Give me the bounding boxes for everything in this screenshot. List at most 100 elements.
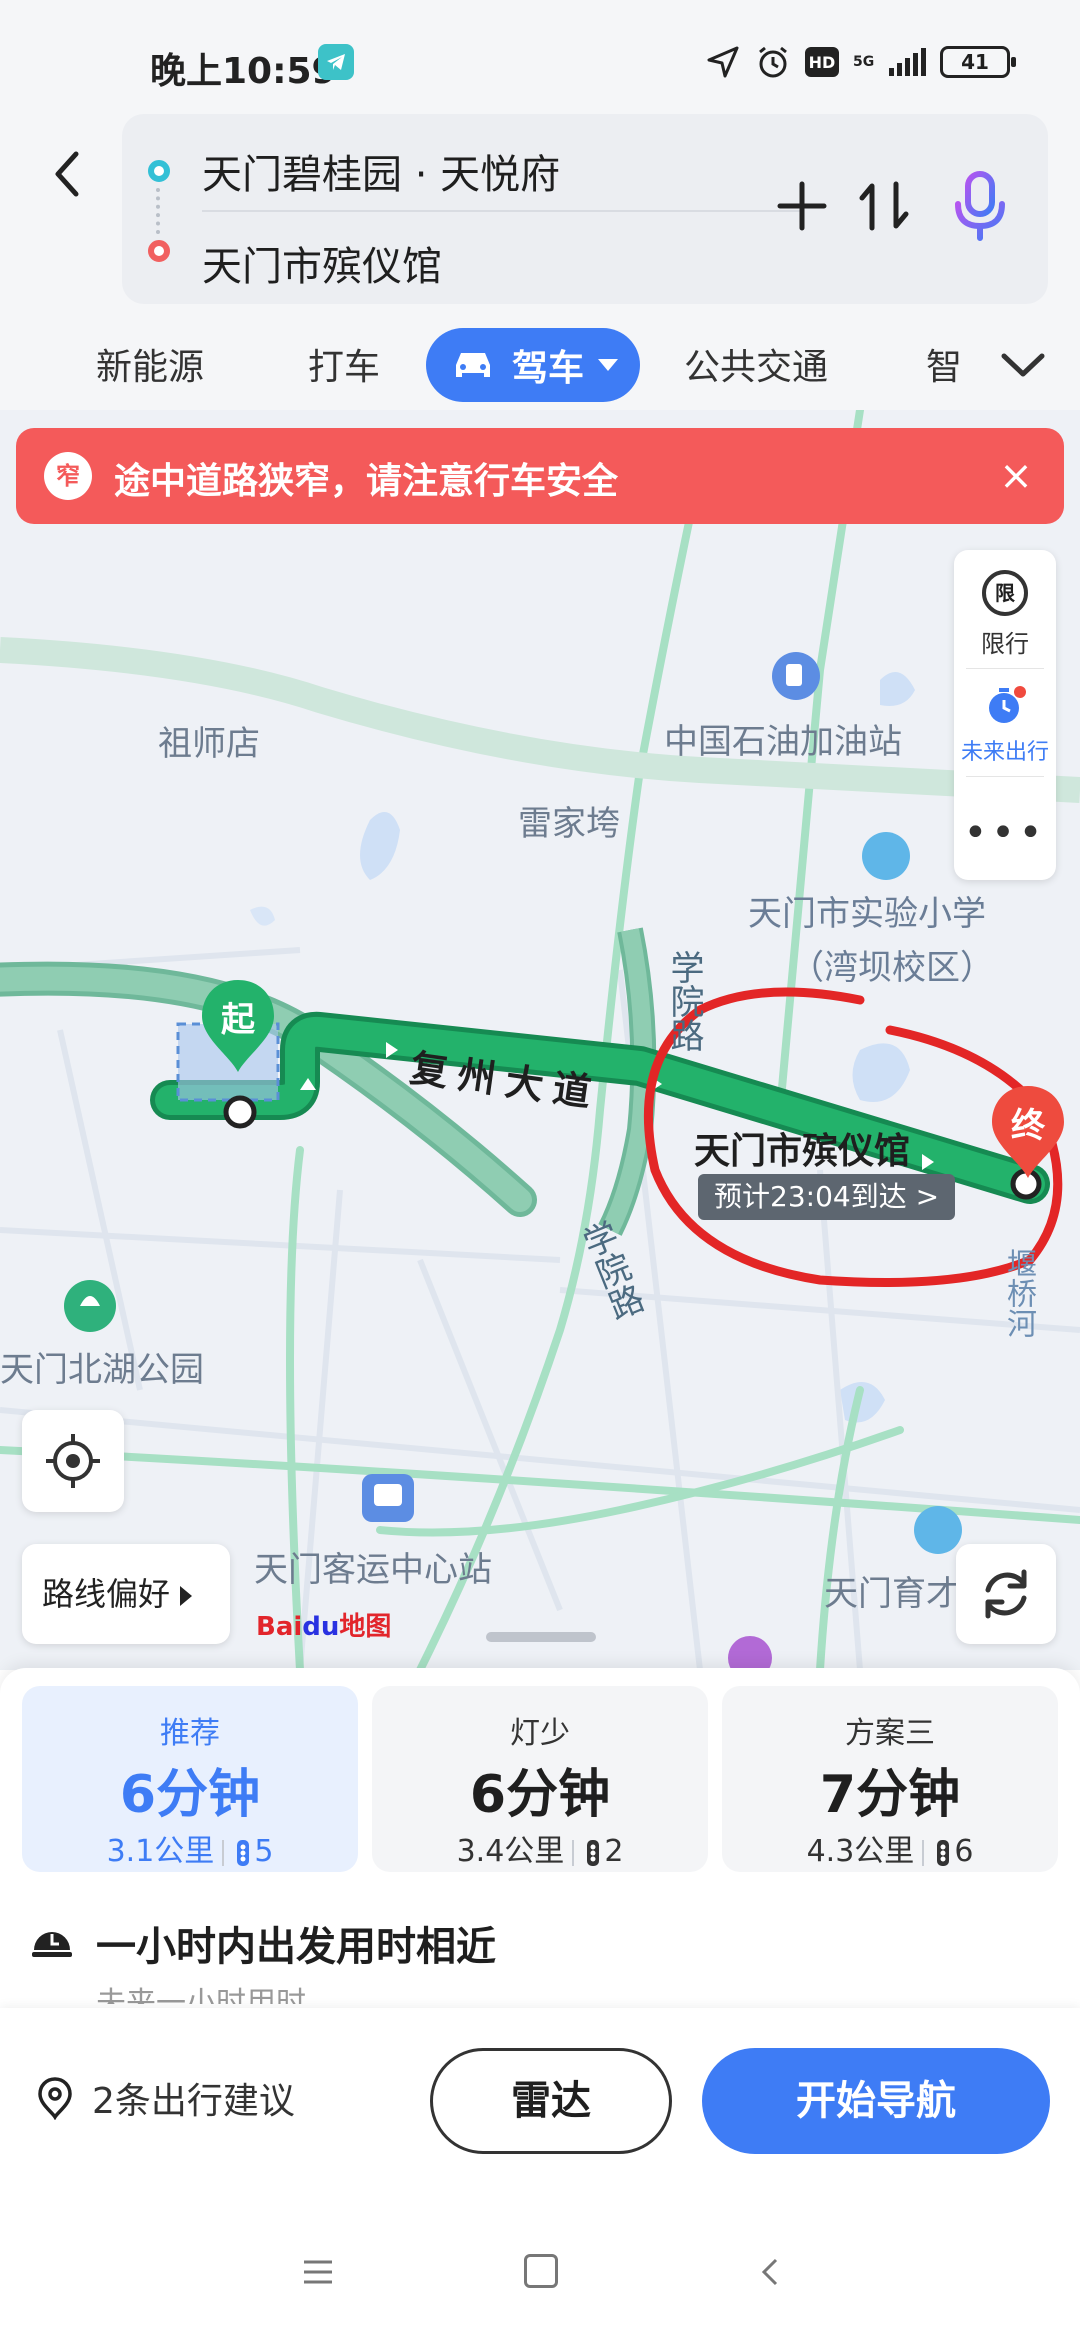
origin-field[interactable]: 天门碧桂园 · 天悦府	[202, 142, 560, 200]
refresh-route-button[interactable]	[956, 1544, 1056, 1644]
battery-icon: 41	[940, 46, 1016, 78]
traffic-light-icon	[237, 1839, 250, 1866]
status-time: 晚上10:59	[150, 51, 337, 92]
route-option-meta: 3.1公里 5	[22, 1826, 358, 1870]
logo-text: 地图	[339, 1612, 392, 1642]
back-icon[interactable]	[756, 2254, 786, 2290]
travel-suggestions[interactable]: 2条出行建议	[36, 2072, 295, 2124]
destination-field[interactable]: 天门市殡仪馆	[202, 234, 442, 292]
baidu-map-logo: Baidu地图	[256, 1606, 391, 1643]
travel-mode-tabs: 新能源 打车 驾车 公共交通 智	[0, 320, 1080, 410]
start-dot-icon	[148, 160, 170, 182]
panel-divider	[966, 668, 1044, 669]
sheet-drag-handle[interactable]	[486, 1632, 596, 1642]
field-divider	[202, 210, 802, 212]
route-option-time: 7分钟	[819, 1765, 961, 1825]
route-option-meta: 4.3公里 6	[722, 1826, 1058, 1870]
route-option-title: 方案三	[845, 1716, 935, 1751]
route-header: 天门碧桂园 · 天悦府 天门市殡仪馆 新能源 打车 驾车 公共交通 智	[0, 110, 1080, 410]
safety-alert-banner: 窄 途中道路狭窄，请注意行车安全 ×	[16, 428, 1064, 524]
clock-icon	[32, 1932, 72, 1957]
poi-label: 祖师店	[158, 724, 260, 764]
radar-button[interactable]: 雷达	[430, 2048, 672, 2154]
map-view[interactable]: 祖师店 雷家垮 中国石油加油站 天门市实验小学 （湾坝校区） 天门北湖公园 天门…	[0, 410, 1080, 1670]
route-distance: 3.1公里	[106, 1834, 215, 1869]
poi-school[interactable]: 天门市实验小学	[748, 886, 986, 935]
restriction-button[interactable]: 限行	[954, 624, 1056, 659]
route-option-recommended[interactable]: 推荐 6分钟 3.1公里 5	[22, 1686, 358, 1872]
travel-suggestions-label: 2条出行建议	[92, 2081, 295, 2122]
location-arrow-icon	[707, 46, 739, 78]
timer-icon[interactable]	[984, 684, 1026, 726]
refresh-icon	[985, 1569, 1027, 1619]
menu-icon[interactable]	[300, 2254, 336, 2290]
start-marker[interactable]: 起	[196, 976, 280, 1076]
add-waypoint-icon[interactable]	[770, 174, 834, 238]
start-navigation-button[interactable]: 开始导航	[702, 2048, 1050, 2154]
tab-new-energy[interactable]: 新能源	[96, 338, 204, 390]
car-icon	[456, 353, 490, 377]
signal-icon	[889, 48, 926, 76]
tab-smart[interactable]: 智	[926, 338, 966, 390]
restriction-icon[interactable]: 限	[982, 570, 1028, 616]
tab-taxi[interactable]: 打车	[308, 338, 380, 390]
route-preference-button[interactable]: 路线偏好	[22, 1544, 230, 1644]
end-dot-icon	[148, 240, 170, 262]
traffic-light-icon	[937, 1839, 950, 1866]
departure-hint-subtitle: 未来一小时用时	[96, 1986, 306, 2004]
destination-label: 天门市殡仪馆	[694, 1131, 911, 1172]
poi-gas-station[interactable]: 中国石油加油站	[664, 714, 902, 763]
route-option-meta: 3.4公里 2	[372, 1826, 708, 1870]
end-marker-label: 终	[1011, 1106, 1045, 1146]
tab-drive[interactable]: 驾车	[426, 328, 640, 402]
poi-label: 雷家垮	[518, 804, 620, 844]
narrow-road-badge: 窄	[44, 452, 92, 500]
logo-text: Bai	[256, 1612, 303, 1642]
traffic-light-count: 2	[604, 1834, 624, 1869]
route-option-time: 6分钟	[469, 1765, 611, 1825]
crosshair-icon	[46, 1434, 100, 1488]
triangle-right-icon	[180, 1586, 193, 1606]
expand-modes-icon[interactable]	[996, 342, 1050, 388]
home-icon[interactable]	[524, 2254, 558, 2288]
future-travel-button[interactable]: 未来出行	[954, 734, 1056, 766]
poi-bus-station[interactable]: 天门客运中心站	[254, 1542, 492, 1591]
traffic-light-count: 6	[954, 1834, 974, 1869]
road-label: 学院路	[664, 950, 704, 1052]
eta-tag[interactable]: 预计23:04到达 >	[698, 1174, 956, 1220]
network-type: 5G	[853, 54, 875, 70]
tab-public-transit[interactable]: 公共交通	[684, 338, 828, 390]
back-arrow-icon[interactable]	[40, 134, 100, 214]
tab-drive-label: 驾车	[512, 348, 585, 389]
panel-divider	[966, 776, 1044, 777]
route-option-title: 灯少	[510, 1716, 570, 1751]
map-canvas	[0, 410, 1080, 1670]
route-option-fewer-lights[interactable]: 灯少 6分钟 3.4公里 2	[372, 1686, 708, 1872]
route-option-time: 6分钟	[119, 1765, 261, 1825]
end-marker[interactable]: 终	[986, 1082, 1070, 1182]
chevron-down-icon	[598, 359, 619, 371]
alert-text: 途中道路狭窄，请注意行车安全	[114, 461, 619, 502]
traffic-light-count: 5	[254, 1834, 274, 1869]
route-distance: 3.4公里	[456, 1834, 565, 1869]
river-label: 堰桥河	[1001, 1248, 1036, 1338]
locate-me-button[interactable]	[22, 1410, 124, 1512]
alarm-icon	[759, 46, 787, 78]
more-options-icon[interactable]: •••	[954, 810, 1056, 856]
location-pin-icon	[38, 2077, 72, 2120]
status-bar: 晚上10:59 HD 5G 41	[0, 0, 1080, 110]
system-nav-bar	[0, 2208, 1080, 2340]
telegram-icon	[318, 44, 354, 80]
traffic-light-icon	[587, 1839, 600, 1866]
route-connector	[156, 188, 160, 234]
hd-badge: HD	[805, 47, 839, 77]
close-icon[interactable]: ×	[990, 450, 1042, 502]
swap-route-icon[interactable]	[852, 172, 916, 240]
microphone-icon[interactable]	[948, 168, 1012, 244]
poi-park[interactable]: 天门北湖公园	[0, 1342, 204, 1391]
poi-school-campus: （湾坝校区）	[790, 948, 994, 988]
logo-text: du	[302, 1612, 340, 1642]
route-option-plan-three[interactable]: 方案三 7分钟 4.3公里 6	[722, 1686, 1058, 1872]
route-preference-label: 路线偏好	[42, 1575, 171, 1613]
departure-hint-title: 一小时内出发用时相近	[96, 1924, 496, 1970]
